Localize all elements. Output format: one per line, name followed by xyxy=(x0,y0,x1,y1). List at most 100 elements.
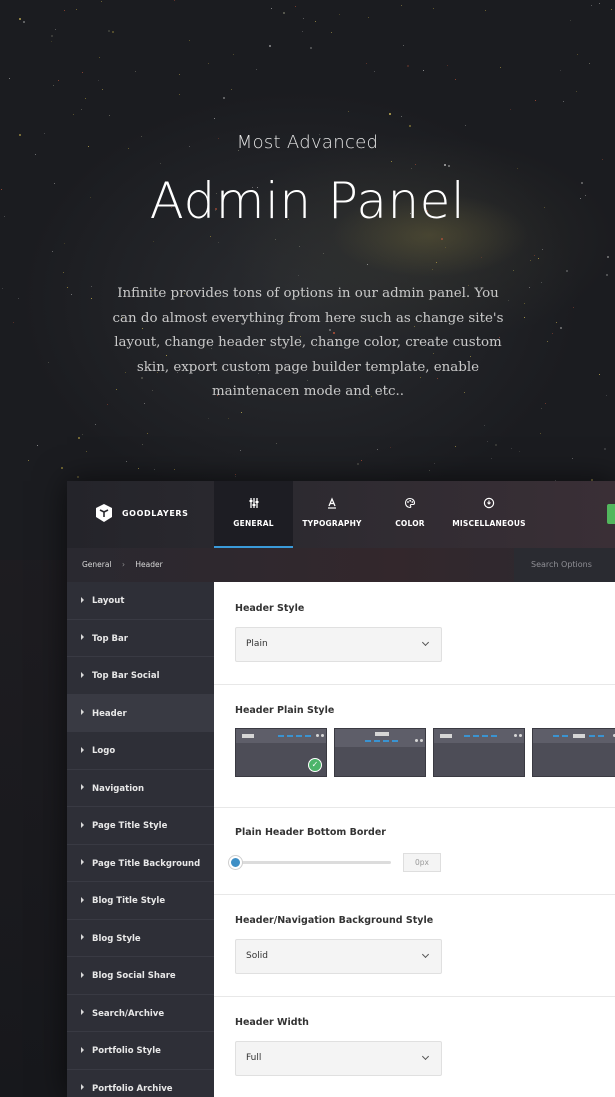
star xyxy=(153,468,155,470)
star xyxy=(454,445,456,447)
thumb-menu xyxy=(287,735,293,737)
star xyxy=(432,8,434,10)
star xyxy=(98,80,100,82)
thumb-menu xyxy=(491,735,497,737)
bottom-border-value-input[interactable]: 0px xyxy=(403,853,441,872)
header-style-thumb-4[interactable] xyxy=(532,728,615,777)
sidebar-item-page-title-background[interactable]: Page Title Background xyxy=(67,845,214,882)
star xyxy=(366,63,368,65)
sidebar-item-label: Blog Social Share xyxy=(92,971,176,981)
chevron-down-icon xyxy=(421,950,430,959)
star xyxy=(107,404,109,406)
star xyxy=(66,286,68,288)
star xyxy=(445,246,446,248)
sidebar-item-header[interactable]: Header xyxy=(67,694,214,732)
sidebar-item-page-title-style[interactable]: Page Title Style xyxy=(67,807,214,845)
sidebar-item-label: Portfolio Archive xyxy=(92,1083,173,1094)
star xyxy=(178,93,180,95)
option-label: Plain Header Bottom Border xyxy=(235,827,386,838)
caret-right-icon xyxy=(81,934,84,940)
star xyxy=(519,450,521,452)
star xyxy=(142,443,144,445)
star xyxy=(80,108,82,110)
caret-right-icon xyxy=(81,671,84,678)
star xyxy=(513,270,515,272)
star xyxy=(604,447,607,450)
star xyxy=(590,4,592,6)
save-button[interactable] xyxy=(607,504,615,524)
caret-right-icon xyxy=(81,821,84,828)
star xyxy=(495,443,498,446)
thumb-menu xyxy=(464,735,470,737)
thumb-menu xyxy=(482,735,488,737)
star xyxy=(240,411,242,413)
option-label: Header Width xyxy=(235,1017,309,1028)
decorative-shade xyxy=(0,560,67,1097)
tab-label: GENERAL xyxy=(233,519,274,528)
bottom-border-slider-track[interactable] xyxy=(235,861,391,864)
star xyxy=(174,468,176,470)
header-style-thumb-3[interactable] xyxy=(433,728,525,777)
star xyxy=(137,468,139,470)
star xyxy=(231,89,233,91)
star xyxy=(63,272,65,274)
star xyxy=(391,160,393,162)
caret-right-icon xyxy=(81,971,84,978)
sidebar-item-portfolio-archive[interactable]: Portfolio Archive xyxy=(67,1070,214,1097)
header-style-thumb-2[interactable] xyxy=(334,728,426,777)
star xyxy=(516,167,518,169)
thumb-menu xyxy=(589,735,595,737)
star xyxy=(611,8,613,10)
sidebar-item-top-bar-social[interactable]: Top Bar Social xyxy=(67,657,214,695)
star xyxy=(111,31,114,34)
star xyxy=(535,100,537,102)
sidebar-item-top-bar[interactable]: Top Bar xyxy=(67,620,214,657)
tab-color[interactable]: COLOR xyxy=(385,481,435,548)
sidebar-item-blog-social-share[interactable]: Blog Social Share xyxy=(67,957,214,995)
search-options-input[interactable]: Search Options xyxy=(514,548,615,582)
star xyxy=(551,332,553,334)
star xyxy=(523,316,525,318)
bottom-border-slider-handle[interactable] xyxy=(229,856,242,869)
star xyxy=(179,74,181,76)
sidebar-item-label: Page Title Background xyxy=(92,858,201,869)
breadcrumb-item-header: Header xyxy=(135,560,163,569)
navigation-background-select[interactable]: Solid xyxy=(235,939,442,974)
star xyxy=(441,237,444,240)
thumb-menu xyxy=(383,740,389,742)
thumb-icon xyxy=(519,734,522,737)
header-width-select[interactable]: Full xyxy=(235,1041,442,1076)
sidebar-item-blog-style[interactable]: Blog Style xyxy=(67,920,214,957)
star xyxy=(302,17,304,19)
tab-general[interactable]: GENERAL xyxy=(214,481,293,548)
star xyxy=(422,69,424,71)
breadcrumb-item-general[interactable]: General xyxy=(82,560,112,569)
sidebar-item-blog-title-style[interactable]: Blog Title Style xyxy=(67,882,214,920)
star xyxy=(270,8,272,10)
star xyxy=(490,458,492,460)
header-style-thumb-1[interactable]: ✓ xyxy=(235,728,327,777)
sidebar-item-search-archive[interactable]: Search/Archive xyxy=(67,995,214,1032)
star xyxy=(34,154,36,156)
star xyxy=(51,251,53,253)
sidebar-item-portfolio-style[interactable]: Portfolio Style xyxy=(67,1032,214,1070)
star xyxy=(598,373,600,375)
option-bottom-border xyxy=(214,808,615,895)
star xyxy=(57,80,59,82)
sidebar-item-navigation[interactable]: Navigation xyxy=(67,770,214,807)
chevron-down-icon xyxy=(421,1052,430,1061)
sidebar-item-logo[interactable]: Logo xyxy=(67,732,214,770)
thumb-menu xyxy=(553,735,559,737)
star xyxy=(400,116,402,118)
star xyxy=(50,35,53,38)
sidebar-item-label: Blog Style xyxy=(92,933,141,944)
tab-miscellaneous[interactable]: MISCELLANEOUS xyxy=(449,481,529,548)
star xyxy=(76,475,79,478)
tab-typography[interactable]: TYPOGRAPHY xyxy=(297,481,367,548)
sidebar-item-layout[interactable]: Layout xyxy=(67,582,214,620)
caret-right-icon xyxy=(81,1009,84,1015)
caret-right-icon xyxy=(81,896,84,903)
star xyxy=(82,434,84,436)
logo[interactable]: GOODLAYERS xyxy=(95,503,189,523)
header-style-select[interactable]: Plain xyxy=(235,627,442,662)
